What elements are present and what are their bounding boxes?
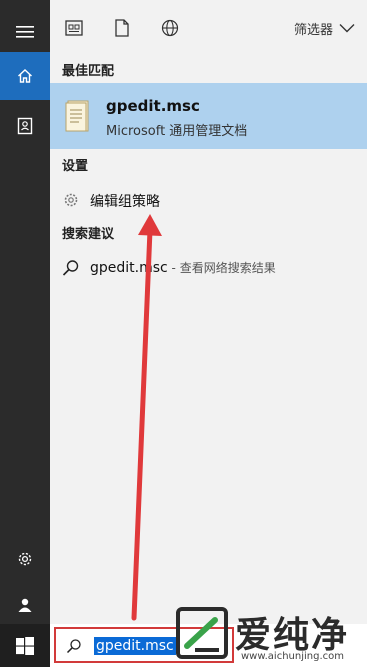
- settings-result-edit-group-policy[interactable]: 编辑组策略: [50, 183, 367, 217]
- hamburger-menu-button[interactable]: [0, 8, 50, 56]
- search-input[interactable]: gpedit.msc: [94, 637, 176, 655]
- best-match-subtitle: Microsoft 通用管理文档: [106, 124, 248, 139]
- suggestion-text-group: gpedit.msc - 查看网络搜索结果: [90, 259, 276, 276]
- settings-button[interactable]: [0, 535, 50, 583]
- home-button[interactable]: [0, 52, 50, 100]
- documents-icon: [115, 19, 129, 37]
- filter-label: 筛选器: [293, 22, 333, 38]
- hamburger-menu-icon: [16, 26, 34, 38]
- watermark-url: www.aichunjing.com: [241, 651, 344, 662]
- windows-logo-icon: [16, 636, 34, 655]
- apps-filter-button[interactable]: [62, 16, 86, 40]
- suggestion-suffix: - 查看网络搜索结果: [167, 261, 276, 275]
- web-globe-icon: [161, 19, 179, 37]
- apps-icon: [65, 20, 83, 36]
- document-icon: [17, 117, 33, 135]
- suggestion-query: gpedit.msc: [90, 260, 168, 276]
- left-rail: [0, 0, 50, 667]
- user-button[interactable]: [0, 581, 50, 629]
- settings-gear-icon: [18, 552, 32, 566]
- msc-file-icon: [65, 100, 89, 132]
- best-match-header: 最佳匹配: [62, 64, 115, 79]
- search-suggestions-header: 搜索建议: [62, 227, 115, 242]
- web-search-suggestion[interactable]: gpedit.msc - 查看网络搜索结果: [50, 251, 367, 285]
- chevron-down-icon: [339, 24, 355, 33]
- settings-header: 设置: [62, 159, 89, 174]
- group-policy-gear-icon: [64, 193, 78, 207]
- search-icon: [62, 260, 79, 276]
- search-icon: [66, 639, 81, 654]
- settings-result-label: 编辑组策略: [90, 194, 160, 210]
- best-match-title: gpedit.msc: [106, 97, 200, 115]
- user-icon: [18, 598, 32, 612]
- filter-dropdown[interactable]: 筛选器: [294, 17, 355, 39]
- best-match-result[interactable]: gpedit.msc Microsoft 通用管理文档: [50, 83, 367, 149]
- search-results-panel: 最佳匹配 gpedit.msc Microsoft 通用管理文档 设置 编辑组策…: [50, 55, 367, 624]
- home-icon: [18, 69, 32, 83]
- start-button[interactable]: [0, 624, 50, 667]
- documents-button[interactable]: [0, 102, 50, 150]
- web-filter-button[interactable]: [158, 16, 182, 40]
- watermark-logo: 爱纯净 www.aichunjing.com: [175, 604, 365, 666]
- watermark-mark-icon: [176, 607, 228, 659]
- documents-filter-button[interactable]: [110, 16, 134, 40]
- search-filter-toolbar: 筛选器: [50, 0, 367, 55]
